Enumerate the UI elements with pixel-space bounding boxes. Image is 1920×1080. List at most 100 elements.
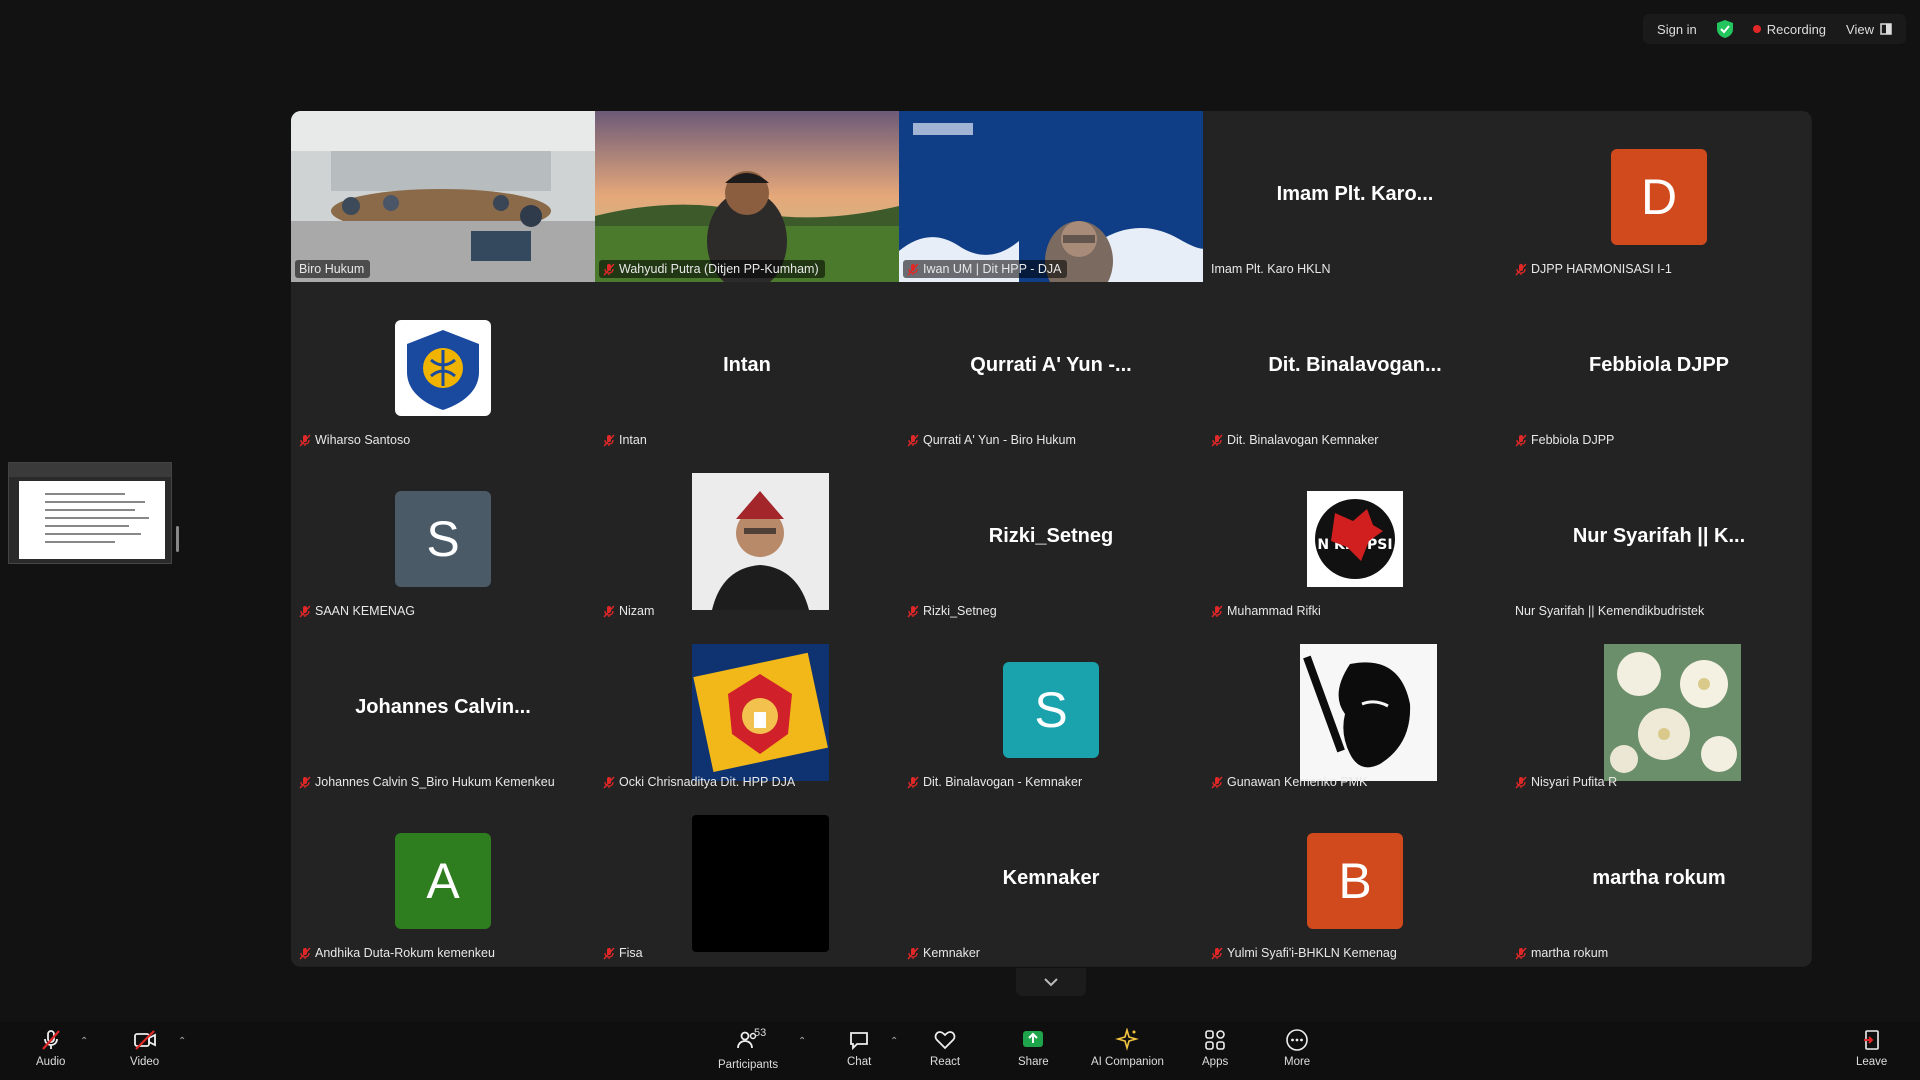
chat-button[interactable]: Chat — [847, 1028, 871, 1068]
mic-muted-icon — [1515, 947, 1527, 959]
participant-name: Intan — [619, 433, 647, 447]
participant-name: Johannes Calvin S_Biro Hukum Kemenkeu — [315, 775, 555, 789]
participant-name-label: Wahyudi Putra (Ditjen PP-Kumham) — [599, 260, 825, 278]
mic-muted-icon — [1515, 263, 1527, 275]
video-options-caret-icon[interactable]: ⌃ — [178, 1036, 186, 1047]
participant-tile[interactable]: Fisa — [595, 795, 899, 966]
participant-name: Kemnaker — [923, 946, 980, 960]
more-button[interactable]: More — [1284, 1028, 1310, 1068]
participant-tile[interactable]: N KRUPSI Muhammad Rifki — [1203, 453, 1507, 624]
participant-name: DJPP HARMONISASI I-1 — [1531, 262, 1672, 276]
share-label: Share — [1018, 1056, 1049, 1068]
sign-in-button[interactable]: Sign in — [1657, 22, 1697, 37]
participant-video-rice-field — [595, 111, 899, 282]
participant-name-label: Fisa — [599, 944, 649, 962]
participant-name-label: Biro Hukum — [295, 260, 371, 278]
apps-label: Apps — [1202, 1056, 1229, 1068]
mic-muted-icon — [907, 776, 919, 788]
video-button[interactable]: Video — [130, 1028, 159, 1068]
participant-tile[interactable]: Wahyudi Putra (Ditjen PP-Kumham) — [595, 111, 899, 282]
participant-name: Fisa — [619, 946, 643, 960]
view-label: View — [1846, 21, 1874, 37]
audio-options-caret-icon[interactable]: ⌃ — [80, 1036, 88, 1047]
participant-display-name: Dit. Binalavogan... — [1268, 354, 1442, 376]
participant-tile[interactable]: Ocki Chrisnaditya Dit. HPP DJA — [595, 624, 899, 795]
security-shield-icon[interactable] — [1716, 20, 1733, 38]
view-button[interactable]: View — [1846, 22, 1892, 37]
participant-tile[interactable]: Intan Intan — [595, 282, 899, 453]
black-profile-photo — [692, 815, 829, 952]
participant-name-label: Dit. Binalavogan Kemnaker — [1207, 431, 1384, 449]
scroll-down-button[interactable] — [1016, 968, 1086, 996]
participant-name: Yulmi Syafi'i-BHKLN Kemenag — [1227, 946, 1397, 960]
ai-companion-button[interactable]: AI Companion — [1091, 1028, 1164, 1068]
participant-tile[interactable]: D DJPP HARMONISASI I-1 — [1507, 111, 1811, 282]
recording-indicator[interactable]: Recording — [1752, 22, 1826, 37]
participant-tile[interactable]: B Yulmi Syafi'i-BHKLN Kemenag — [1203, 795, 1507, 966]
participant-tile[interactable]: S Dit. Binalavogan - Kemnaker — [899, 624, 1203, 795]
mic-muted-icon — [1211, 434, 1223, 446]
participant-name-label: SAAN KEMENAG — [295, 602, 421, 620]
participant-name: Imam Plt. Karo HKLN — [1211, 262, 1331, 276]
participant-name: Biro Hukum — [299, 262, 365, 276]
audio-button[interactable]: Audio — [36, 1028, 65, 1068]
more-icon — [1286, 1029, 1308, 1051]
participant-tile[interactable]: Nur Syarifah || K... Nur Syarifah || Keme… — [1507, 453, 1811, 624]
mic-muted-icon — [1515, 434, 1527, 446]
participant-name: Qurrati A' Yun - Biro Hukum — [923, 433, 1076, 447]
more-label: More — [1284, 1056, 1311, 1068]
participant-tile[interactable]: Febbiola DJPP Febbiola DJPP — [1507, 282, 1811, 453]
avatar: S — [395, 491, 491, 587]
avatar: B — [1307, 833, 1403, 929]
participant-display-name: Intan — [723, 354, 771, 376]
mic-muted-icon — [41, 1030, 60, 1050]
participant-tile[interactable]: Imam Plt. Karo... Imam Plt. Karo HKLN — [1203, 111, 1507, 282]
chat-icon — [850, 1032, 869, 1051]
mic-muted-icon — [907, 263, 919, 275]
participant-tile[interactable]: Nisyari Pufita R — [1507, 624, 1811, 795]
participant-name-label: Ocki Chrisnaditya Dit. HPP DJA — [599, 773, 801, 791]
participant-tile[interactable]: Biro Hukum — [291, 111, 595, 282]
conference-room-video — [291, 111, 595, 282]
apps-button[interactable]: Apps — [1202, 1028, 1228, 1068]
mic-muted-icon — [603, 263, 615, 275]
participants-button[interactable]: 53 Participants — [718, 1027, 778, 1071]
participant-tile[interactable]: Gunawan Kemenko PMK — [1203, 624, 1507, 795]
participant-name: Nisyari Pufita R — [1531, 775, 1618, 789]
participant-tile[interactable]: Dit. Binalavogan... Dit. Binalavogan Kemn… — [1203, 282, 1507, 453]
participant-name-label: Johannes Calvin S_Biro Hukum Kemenkeu — [295, 773, 561, 791]
chat-caret-icon[interactable]: ⌃ — [890, 1036, 898, 1047]
participant-tile[interactable]: Qurrati A' Yun -... Qurrati A' Yun - Biro… — [899, 282, 1203, 453]
participant-name-label: Dit. Binalavogan - Kemnaker — [903, 773, 1088, 791]
share-screen-icon — [1023, 1031, 1044, 1047]
participant-tile[interactable]: Wiharso Santoso — [291, 282, 595, 453]
participant-tile[interactable]: Rizki_Setneg Rizki_Setneg — [899, 453, 1203, 624]
audio-label: Audio — [36, 1056, 66, 1068]
participants-caret-icon[interactable]: ⌃ — [798, 1036, 806, 1047]
participant-tile[interactable]: Kemnaker Kemnaker — [899, 795, 1203, 966]
participant-tile[interactable]: Johannes Calvin... Johannes Calvin S_Biro… — [291, 624, 595, 795]
kemenkeu-logo-icon — [395, 320, 491, 416]
leave-button[interactable]: Leave — [1856, 1028, 1887, 1068]
shared-screen-thumbnail[interactable] — [8, 462, 172, 564]
mic-muted-icon — [603, 776, 615, 788]
participant-name-label: Febbiola DJPP — [1511, 431, 1620, 449]
participant-display-name: Qurrati A' Yun -... — [970, 354, 1132, 376]
thumbnail-resize-handle[interactable] — [176, 526, 179, 552]
participant-name: Muhammad Rifki — [1227, 604, 1321, 618]
participant-name: Gunawan Kemenko PMK — [1227, 775, 1368, 789]
participant-tile[interactable]: martha rokum martha rokum — [1507, 795, 1811, 966]
participant-display-name: Imam Plt. Karo... — [1276, 183, 1434, 205]
participant-display-name: martha rokum — [1592, 867, 1726, 889]
participant-display-name: Johannes Calvin... — [355, 696, 531, 718]
participant-display-name: Febbiola DJPP — [1588, 354, 1730, 376]
participant-video-blue-background — [899, 111, 1203, 282]
avatar: A — [395, 833, 491, 929]
participant-tile[interactable]: Nizam — [595, 453, 899, 624]
participant-tile[interactable]: S SAAN KEMENAG — [291, 453, 595, 624]
participant-tile[interactable]: Iwan UM | Dit HPP - DJA — [899, 111, 1203, 282]
participant-name: Andhika Duta-Rokum kemenkeu — [315, 946, 495, 960]
react-button[interactable]: React — [930, 1028, 960, 1068]
share-button[interactable]: Share — [1018, 1028, 1049, 1068]
participant-tile[interactable]: A Andhika Duta-Rokum kemenkeu — [291, 795, 595, 966]
